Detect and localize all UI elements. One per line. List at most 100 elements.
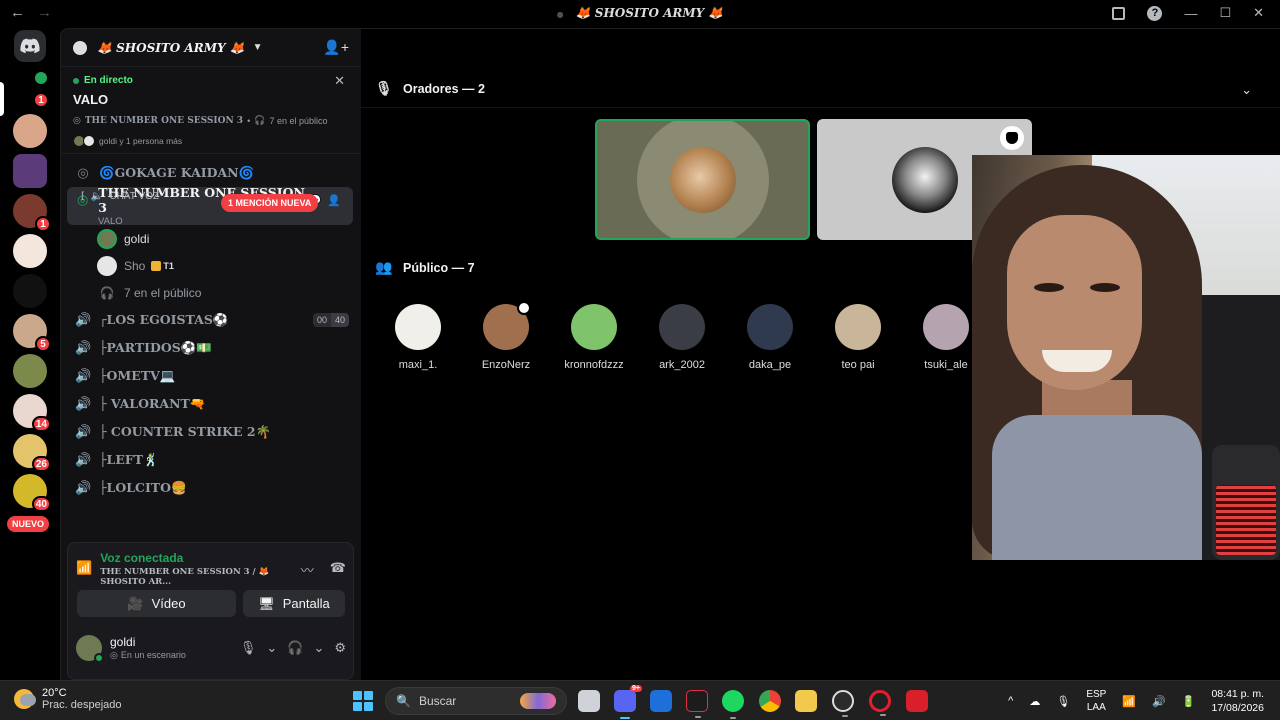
server-icon[interactable]: [13, 274, 47, 308]
headphones-icon[interactable]: 🎧: [287, 640, 303, 656]
chevron-down-icon[interactable]: ⌄: [313, 640, 324, 656]
signal-icon[interactable]: 📶: [76, 560, 92, 578]
channel-label: ┌LOS EGOISTAS⚽: [99, 312, 229, 327]
microphone-icon[interactable]: 🎙: [1056, 695, 1070, 708]
inbox-icon[interactable]: [1112, 6, 1126, 20]
maximize-button[interactable]: ☐: [1219, 5, 1231, 21]
server-icon[interactable]: 14: [13, 394, 51, 432]
live-meta: ◎ THE NUMBER ONE SESSION 3 • 🎧 7 en el p…: [73, 115, 349, 126]
avatar[interactable]: [76, 635, 104, 663]
disconnect-icon[interactable]: ☎: [330, 560, 346, 579]
new-mention-pill[interactable]: 1 MENCIÓN NUEVA: [221, 194, 319, 212]
webcam-overlay[interactable]: [972, 155, 1280, 560]
speaker-tile[interactable]: [595, 119, 810, 240]
close-button[interactable]: ✕: [1253, 5, 1264, 21]
dot-separator: •: [247, 115, 251, 126]
server-icon[interactable]: 1: [13, 194, 51, 232]
audience-member[interactable]: kronnofdzzz: [559, 304, 629, 371]
avatar: [97, 228, 117, 249]
channel-list: ◎ 🌀GOKAGE KAIDAN🌀 ◎ THE NUMBER ONE SESSI…: [61, 159, 361, 539]
channel-partidos[interactable]: 🔊 ├PARTIDOS⚽💵: [61, 334, 361, 362]
file-explorer-icon[interactable]: [795, 690, 817, 712]
audience-member[interactable]: teo pai: [823, 304, 893, 371]
server-icon[interactable]: [13, 234, 47, 268]
channel-counter-strike[interactable]: 🔊 ├ COUNTER STRIKE 2🌴: [61, 418, 361, 446]
close-icon[interactable]: ✕: [334, 73, 345, 89]
discord-home-icon[interactable]: [14, 30, 46, 62]
speaking-ring: [636, 121, 769, 238]
mail-icon[interactable]: [650, 690, 672, 712]
avatar: [669, 146, 736, 213]
search-placeholder: Buscar: [418, 694, 457, 708]
server-icon[interactable]: 40: [13, 474, 51, 512]
channel-gokage[interactable]: ◎ 🌀GOKAGE KAIDAN🌀: [61, 159, 361, 187]
volume-icon[interactable]: 🔊: [1152, 695, 1166, 708]
clock-time: 08:41 p. m.: [1211, 688, 1264, 700]
help-icon[interactable]: ?: [1147, 5, 1163, 21]
video-button-label: Vídeo: [151, 596, 186, 611]
channel-left[interactable]: 🔊 ├LEFT🕺: [61, 446, 361, 474]
screen-share-button[interactable]: 🖥 Pantalla: [243, 590, 345, 617]
taskbar-search[interactable]: 🔍 Buscar: [385, 687, 567, 715]
noise-suppression-icon[interactable]: 〰: [301, 560, 314, 579]
server-rail: 1 1 5 14 26 40 NUEVO: [0, 28, 60, 680]
new-servers-badge[interactable]: NUEVO: [7, 516, 50, 532]
invite-icon[interactable]: 👤: [327, 194, 341, 207]
channel-ometv[interactable]: 🔊 ├OMETV💻: [61, 362, 361, 390]
onedrive-icon[interactable]: ☁: [1029, 695, 1040, 708]
voice-member-goldi[interactable]: goldi: [61, 225, 361, 252]
channel-los-egoistas[interactable]: 🔊 ┌LOS EGOISTAS⚽ 00 40: [61, 306, 361, 334]
channel-valorant[interactable]: 🔊 ├ VALORANT🔫: [61, 390, 361, 418]
voice-connection-panel: 📶 Voz conectada THE NUMBER ONE SESSION 3…: [67, 542, 354, 680]
wifi-icon[interactable]: 📶: [1122, 695, 1136, 708]
speakers-header-text: Oradores — 2: [403, 81, 485, 96]
user-panel: goldi ◎ En un escenario 🎙 ⌄ 🎧 ⌄ ⚙: [76, 635, 346, 663]
server-icon[interactable]: 5: [13, 314, 51, 352]
task-view-icon[interactable]: [578, 690, 600, 712]
avatar: [659, 304, 705, 350]
server-icon[interactable]: 26: [13, 434, 51, 472]
channel-topic: VALO: [98, 216, 123, 227]
invite-icon[interactable]: 👤+: [323, 39, 349, 56]
chrome-icon[interactable]: [759, 690, 781, 712]
channel-label: ├LEFT🕺: [99, 452, 159, 467]
minimize-button[interactable]: —: [1184, 6, 1197, 21]
discord-taskbar-icon[interactable]: 9+: [614, 685, 642, 719]
member-name: Sho: [124, 258, 146, 273]
weather-widget[interactable]: 20°C Prac. despejado: [14, 687, 122, 711]
video-button[interactable]: 🎥 Vídeo: [77, 590, 236, 617]
chat-voz-channel[interactable]: ⁅ 🔈 CHAT VOZ: [81, 191, 159, 202]
start-button[interactable]: [353, 691, 373, 711]
live-stage-card[interactable]: En directo ✕ VALO ◎ THE NUMBER ONE SESSI…: [61, 67, 361, 154]
server-icon[interactable]: [13, 154, 47, 188]
language-indicator[interactable]: ESP LAA: [1086, 688, 1106, 714]
valorant-icon[interactable]: [686, 690, 708, 718]
audience-member[interactable]: daka_pe: [735, 304, 805, 371]
audience-member[interactable]: ark_2002: [647, 304, 717, 371]
channel-lolcito[interactable]: 🔊 ├LOLCITO🍔: [61, 474, 361, 502]
gear-icon[interactable]: ⚙: [334, 640, 346, 656]
microphone-icon[interactable]: 🎙: [240, 640, 257, 656]
voice-member-sho[interactable]: Sho T1: [61, 252, 361, 279]
chevron-down-icon[interactable]: ⌄: [266, 640, 277, 656]
opera-icon[interactable]: [869, 690, 891, 716]
stage-icon: ◎: [110, 650, 118, 660]
audience-member[interactable]: tsuki_ale: [911, 304, 981, 371]
audience-member[interactable]: maxi_1.: [383, 304, 453, 371]
server-icon-shosito[interactable]: 1: [13, 72, 49, 108]
server-icon[interactable]: [13, 354, 47, 388]
language-code: ESP: [1086, 689, 1107, 700]
riot-client-icon[interactable]: [906, 690, 928, 712]
chevron-down-icon[interactable]: ⌄: [1241, 82, 1252, 98]
spotify-icon[interactable]: [722, 690, 744, 719]
audience-row[interactable]: 🎧 7 en el público: [61, 279, 361, 306]
steam-icon[interactable]: [832, 690, 854, 717]
moderator-icon: [1000, 126, 1024, 150]
battery-icon[interactable]: 🔋: [1182, 695, 1196, 708]
audience-member[interactable]: EnzoNerz: [471, 301, 541, 371]
voice-channel[interactable]: THE NUMBER ONE SESSION 3 / 🦊 SHOSITO AR.…: [100, 567, 301, 587]
server-icon[interactable]: [13, 114, 47, 148]
chevron-up-icon[interactable]: ^: [1008, 695, 1013, 707]
server-header[interactable]: 🦊 SHOSITO ARMY 🦊 ▼ 👤+: [61, 29, 361, 67]
clock[interactable]: 08:41 p. m. 17/08/2026: [1211, 687, 1264, 715]
